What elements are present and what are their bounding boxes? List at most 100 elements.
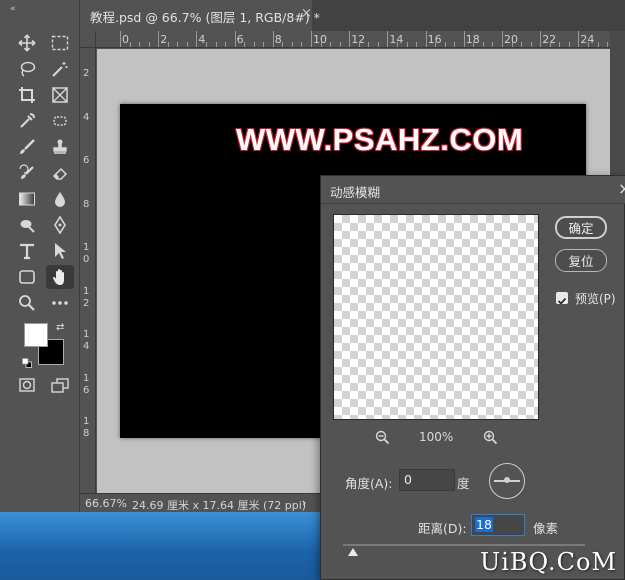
ruler-top-minor-tick	[225, 42, 227, 47]
ruler-top-minor-tick	[368, 42, 370, 47]
default-colors-icon[interactable]	[22, 353, 32, 368]
ruler-top-minor-tick	[339, 42, 341, 47]
ruler-top-minor-tick	[330, 42, 332, 47]
preview-checkbox[interactable]	[556, 292, 568, 305]
path-selection-tool-icon[interactable]	[48, 240, 72, 262]
ruler-top-minor-tick	[301, 42, 303, 47]
ruler-top-tick	[540, 31, 542, 47]
vertical-ruler[interactable]: 2 4 6 8 1 0 1 2 1 4 1 6 1 8	[80, 48, 96, 493]
ruler-top-tick	[120, 31, 121, 47]
rectangle-tool-icon[interactable]	[15, 266, 39, 288]
ruler-top-label: 6	[236, 33, 244, 46]
reset-button[interactable]: 复位	[555, 249, 607, 272]
hand-tool-icon[interactable]	[46, 265, 74, 289]
dialog-title: 动感模糊	[330, 185, 381, 200]
ruler-top-minor-tick	[291, 42, 293, 47]
ruler-top-tick	[578, 31, 580, 47]
ruler-top-minor-tick	[186, 42, 188, 47]
ruler-top-minor-tick	[320, 42, 322, 47]
gradient-tool-icon[interactable]	[15, 188, 39, 210]
distance-label: 距离(D):	[418, 521, 467, 536]
zoom-level[interactable]: 66.67%	[85, 497, 127, 510]
ruler-top-minor-tick	[454, 42, 456, 47]
ruler-top-tick	[311, 31, 312, 47]
more-tools-icon[interactable]	[48, 292, 72, 314]
angle-unit-label: 度	[457, 476, 470, 491]
status-menu-arrow-icon[interactable]: ›	[302, 496, 306, 509]
collapse-panel-icon[interactable]: «	[10, 4, 16, 14]
eyedropper-tool-icon[interactable]	[15, 110, 39, 132]
angle-label: 角度(A):	[345, 476, 393, 491]
preview-checkbox-label[interactable]: 预览(P)	[575, 290, 616, 307]
ruler-left-label: 1 2	[83, 285, 90, 309]
ruler-left-label: 1 0	[83, 242, 90, 265]
tools-panel: « ⇄	[0, 0, 80, 512]
eraser-tool-icon[interactable]	[48, 162, 72, 184]
ruler-origin[interactable]	[80, 31, 96, 48]
document-tab[interactable]: 教程.psd @ 66.7% (图层 1, RGB/8#) *	[80, 0, 320, 31]
history-brush-tool-icon[interactable]	[15, 162, 39, 184]
dialog-close-icon[interactable]: ×	[618, 179, 625, 198]
angle-dial[interactable]	[489, 463, 525, 499]
ok-button[interactable]: 确定	[555, 216, 607, 239]
type-tool-icon[interactable]	[15, 240, 39, 262]
distance-unit-label: 像素	[533, 521, 559, 536]
ruler-top-tick	[425, 31, 427, 47]
blur-tool-icon[interactable]	[48, 188, 72, 210]
close-tab-icon[interactable]: ×	[301, 6, 312, 21]
distance-input[interactable]: 18	[471, 514, 525, 536]
ruler-top-tick	[272, 31, 274, 47]
ruler-top-minor-tick	[148, 42, 150, 47]
screen-mode-icon[interactable]	[48, 374, 72, 396]
ruler-top-minor-tick	[177, 42, 179, 47]
ruler-left-label: 1 6	[83, 372, 90, 396]
ruler-top-minor-tick	[482, 42, 484, 47]
ruler-top-minor-tick	[215, 42, 217, 47]
ruler-top-minor-tick	[263, 42, 265, 47]
brush-tool-icon[interactable]	[15, 136, 39, 158]
quick-mask-icon[interactable]	[15, 374, 39, 396]
ruler-top-tick	[234, 31, 236, 47]
distance-slider-thumb[interactable]	[348, 548, 358, 556]
magic-wand-tool-icon[interactable]	[48, 58, 72, 80]
swap-colors-icon[interactable]: ⇄	[56, 322, 64, 333]
zoom-out-icon[interactable]	[375, 430, 390, 449]
ruler-top-minor-tick	[406, 42, 408, 47]
filter-preview[interactable]	[333, 214, 539, 420]
horizontal-ruler[interactable]: 0 2 4 6 8 10 12 14 16 18 20 22 24	[96, 31, 610, 48]
crop-tool-icon[interactable]	[15, 84, 39, 106]
frame-tool-icon[interactable]	[48, 84, 72, 106]
pen-tool-icon[interactable]	[48, 214, 72, 236]
ruler-top-minor-tick	[511, 42, 513, 47]
ruler-top-minor-tick	[597, 42, 599, 47]
ruler-top-minor-tick	[559, 42, 561, 47]
checkmark-icon	[557, 297, 567, 305]
dialog-titlebar[interactable]: 动感模糊 ×	[321, 176, 625, 204]
ruler-top-minor-tick	[530, 42, 532, 47]
ruler-left-label: 2	[83, 68, 90, 79]
ruler-top-minor-tick	[377, 42, 379, 47]
clone-stamp-tool-icon[interactable]	[48, 136, 72, 158]
ruler-top-minor-tick	[205, 42, 207, 47]
ruler-left-label: 1 4	[83, 329, 90, 352]
ruler-top-label: 4	[198, 33, 206, 46]
angle-dial-center	[504, 477, 510, 483]
ruler-top-minor-tick	[358, 42, 360, 47]
ruler-left-label: 1 8	[83, 416, 90, 439]
healing-brush-tool-icon[interactable]	[48, 110, 72, 132]
dodge-tool-icon[interactable]	[15, 214, 39, 236]
move-tool-icon[interactable]	[15, 32, 39, 54]
canvas-watermark-text: WWW.PSAHZ.COM	[236, 122, 524, 157]
ruler-top-tick	[349, 31, 351, 47]
document-tab-bar: 教程.psd @ 66.7% (图层 1, RGB/8#) * ×	[80, 0, 625, 31]
ruler-top-minor-tick	[549, 42, 551, 47]
marquee-tool-icon[interactable]	[48, 32, 72, 54]
distance-slider-track[interactable]	[343, 544, 585, 546]
angle-input[interactable]: 0	[399, 469, 455, 491]
foreground-color-swatch[interactable]	[24, 323, 48, 347]
ruler-left-label: 4	[83, 111, 90, 123]
document-info: 24.69 厘米 x 17.64 厘米 (72 ppi)	[132, 499, 307, 512]
zoom-tool-icon[interactable]	[15, 292, 39, 314]
lasso-tool-icon[interactable]	[15, 58, 39, 80]
zoom-in-icon[interactable]	[483, 430, 498, 449]
